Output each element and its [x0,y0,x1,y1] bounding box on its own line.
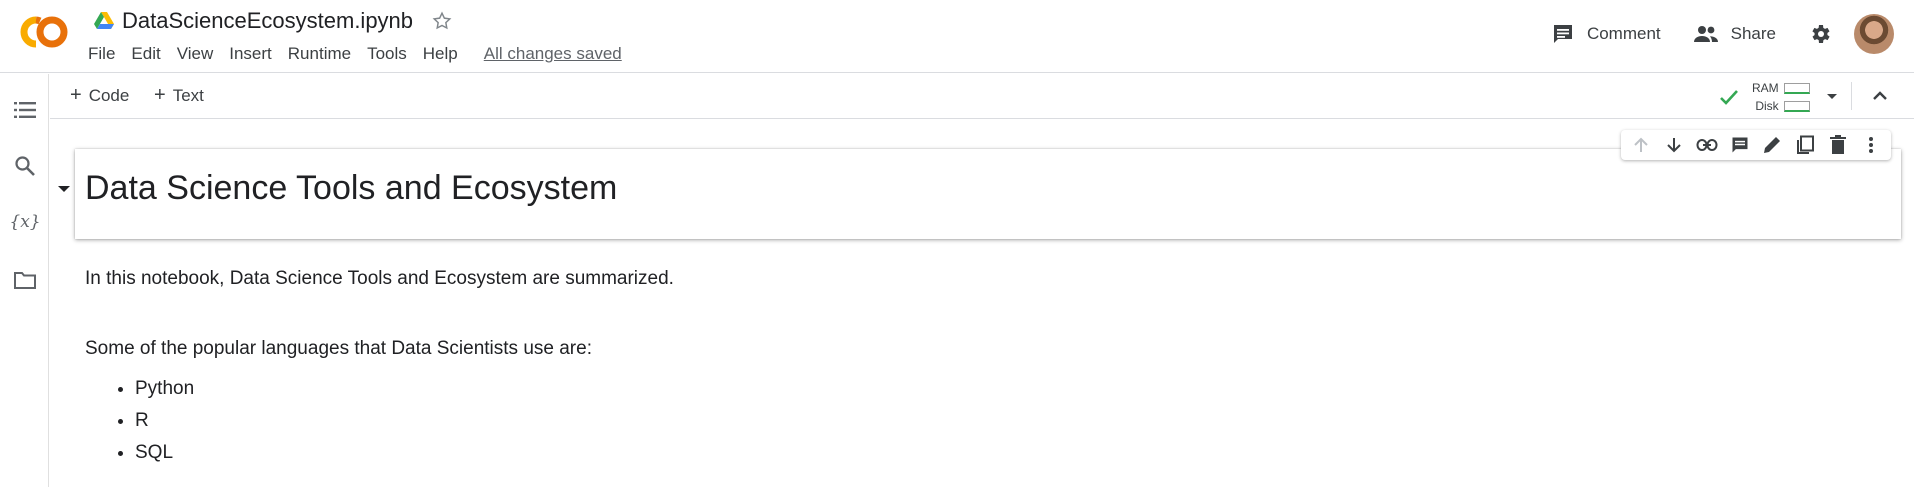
share-label: Share [1730,24,1776,43]
section-collapse-icon[interactable] [56,183,72,195]
notebook-title[interactable]: DataScienceEcosystem.ipynb [122,8,413,34]
add-text-label: Text [172,85,204,105]
disk-meter: Disk [1755,97,1810,115]
mirror-cell-icon[interactable] [1794,134,1816,156]
chevron-down-icon[interactable] [1822,86,1842,106]
colab-logo[interactable] [16,12,72,52]
add-text-button[interactable]: + Text [154,84,204,107]
chevron-up-icon[interactable] [1870,86,1890,106]
menu-bar: File Edit View Insert Runtime Tools Help… [88,42,622,66]
text-cell-selected[interactable]: Data Science Tools and Ecosystem [75,149,1901,239]
resources-indicator[interactable]: RAM Disk [1718,79,1810,115]
people-icon [1693,26,1718,42]
plus-icon: + [154,84,166,106]
share-button[interactable]: Share [1693,22,1776,46]
add-code-label: Code [88,85,130,105]
files-icon[interactable] [13,268,37,292]
ram-label: RAM [1752,81,1779,95]
notebook-content: Data Science Tools and Ecosystem In this… [50,120,1914,487]
arrow-up-icon[interactable] [1630,134,1652,156]
disk-label: Disk [1755,99,1779,113]
languages-list: Python R SQL [135,376,194,472]
menu-file[interactable]: File [88,44,128,64]
comment-label: Comment [1586,24,1661,43]
left-rail: {x} [0,74,49,487]
comment-icon[interactable] [1729,134,1751,156]
ram-bar [1783,82,1810,94]
ram-meter: RAM [1752,79,1810,97]
notebook-heading: Data Science Tools and Ecosystem [85,169,618,207]
notebook-toolbar: + Code + Text RAM Disk [50,74,1914,119]
languages-intro: Some of the popular languages that Data … [85,338,592,359]
avatar[interactable] [1854,14,1894,54]
arrow-down-icon[interactable] [1663,134,1685,156]
header-actions: Comment Share [1551,14,1894,54]
edit-icon[interactable] [1761,134,1783,156]
gear-icon[interactable] [1808,22,1832,46]
search-icon[interactable] [13,154,37,178]
menu-runtime[interactable]: Runtime [288,44,364,64]
link-icon[interactable] [1696,134,1718,156]
menu-tools[interactable]: Tools [367,44,420,64]
header: DataScienceEcosystem.ipynb File Edit Vie… [0,0,1914,73]
google-drive-icon [94,12,114,29]
list-item: R [135,408,194,440]
resource-meters: RAM Disk [1752,79,1810,115]
comment-button[interactable]: Comment [1551,22,1661,46]
star-icon[interactable] [431,10,453,32]
list-item: Python [135,376,194,408]
cell-toolbar [1621,130,1891,160]
delete-icon[interactable] [1827,134,1849,156]
table-of-contents-icon[interactable] [13,98,37,122]
title-row: DataScienceEcosystem.ipynb [94,6,453,36]
menu-edit[interactable]: Edit [131,44,173,64]
add-code-button[interactable]: + Code [70,84,129,107]
intro-paragraph: In this notebook, Data Science Tools and… [85,268,674,289]
more-vert-icon[interactable] [1860,134,1882,156]
save-status-link[interactable]: All changes saved [484,44,622,64]
comment-icon [1553,25,1572,43]
connected-check-icon [1720,90,1738,105]
toolbar-divider [1851,82,1852,110]
menu-insert[interactable]: Insert [229,44,285,64]
disk-bar [1783,100,1810,112]
menu-view[interactable]: View [177,44,227,64]
plus-icon: + [70,84,82,106]
menu-help[interactable]: Help [423,44,471,64]
list-item: SQL [135,440,194,472]
variables-icon[interactable]: {x} [9,210,40,234]
